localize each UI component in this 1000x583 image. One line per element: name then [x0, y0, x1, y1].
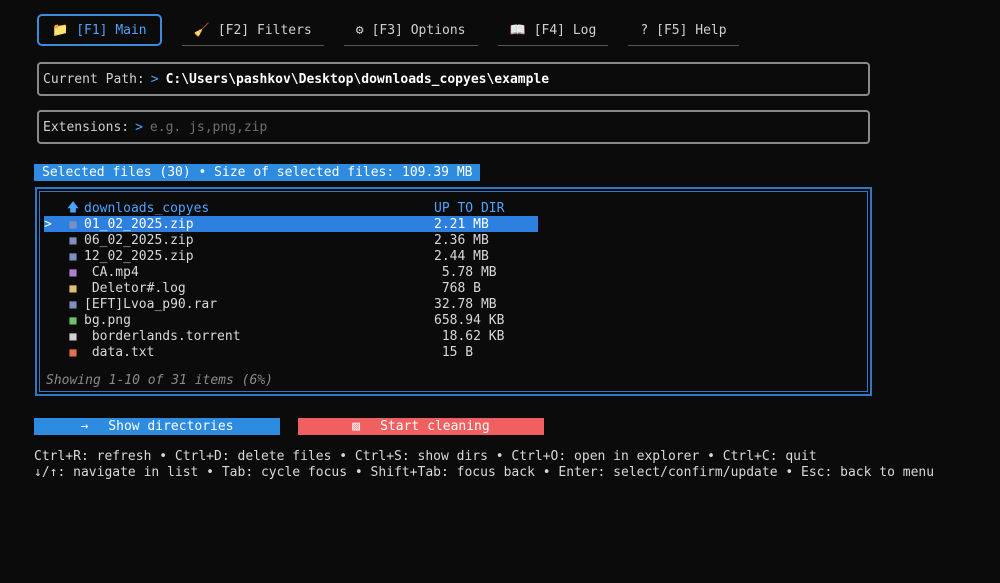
tab-log[interactable]: 📖 [F4] Log [497, 14, 609, 46]
prompt-arrow-icon: > [150, 71, 159, 87]
file-row[interactable]: ■ bg.png 658.94 KB [44, 312, 516, 328]
tab-options[interactable]: ⚙ [F3] Options [343, 14, 478, 46]
showing-items-status: Showing 1-10 of 31 items (6%) [46, 373, 273, 388]
video-icon: ■ [69, 265, 77, 279]
file-row[interactable]: ■ data.txt 15 B [44, 344, 516, 360]
file-size: 768 B [434, 280, 481, 296]
file-name: data.txt [84, 344, 155, 360]
extensions-field[interactable]: Extensions: > [37, 110, 870, 144]
shortcut-help-line-2: ↓/↑: navigate in list • Tab: cycle focus… [34, 465, 935, 480]
tab-label: [F3] Options [371, 22, 466, 38]
folder-icon: 📁 [52, 22, 69, 38]
broom-icon: 🧹 [193, 22, 210, 38]
file-size: 32.78 MB [434, 296, 497, 312]
tab-filters[interactable]: 🧹 [F2] Filters [181, 14, 324, 46]
file-size: UP TO DIR [434, 200, 505, 216]
show-directories-label: Show directories [108, 419, 234, 434]
tab-label: [F2] Filters [217, 22, 312, 38]
shortcut-help-line-1: Ctrl+R: refresh • Ctrl+D: delete files •… [34, 449, 817, 464]
gear-icon: ⚙ [355, 22, 364, 38]
log-file-icon: ■ [69, 281, 77, 295]
extensions-input[interactable] [149, 119, 750, 135]
tab-help[interactable]: ? [F5] Help [628, 14, 739, 46]
file-list[interactable]: 🡅 downloads_copyes UP TO DIR > ■ 01_02_2025.z… [35, 187, 872, 396]
show-directories-button[interactable]: → Show directories [34, 418, 280, 435]
selection-info-bar: Selected files (30) • Size of selected f… [34, 164, 481, 181]
tab-main[interactable]: 📁 [F1] Main [37, 14, 162, 46]
file-name: downloads_copyes [84, 200, 210, 216]
prompt-arrow-icon: > [135, 119, 143, 135]
file-row[interactable]: ■ CA.mp4 5.78 MB [44, 264, 516, 280]
row-cursor: > [44, 216, 52, 232]
file-row[interactable]: ■ 06_02_2025.zip 2.36 MB [44, 232, 516, 248]
file-icon: ■ [69, 329, 77, 343]
file-size: 18.62 KB [434, 328, 505, 344]
current-path-field[interactable]: Current Path: > C:\Users\pashkov\Desktop… [37, 62, 870, 96]
book-icon: 📖 [509, 22, 526, 38]
file-name: 12_02_2025.zip [84, 248, 194, 264]
trash-icon: ▨ [352, 419, 361, 434]
file-name: CA.mp4 [84, 264, 139, 280]
file-row[interactable]: ■ 12_02_2025.zip 2.44 MB [44, 248, 516, 264]
archive-icon: ■ [69, 297, 77, 311]
question-icon: ? [640, 22, 649, 38]
tab-label: [F1] Main [76, 22, 147, 38]
file-size: 658.94 KB [434, 312, 505, 328]
file-row[interactable]: ■ Deletor#.log 768 B [44, 280, 516, 296]
extensions-label: Extensions: [43, 119, 130, 135]
tab-bar: 📁 [F1] Main 🧹 [F2] Filters ⚙ [F3] Option… [37, 14, 759, 46]
current-path-value[interactable]: C:\Users\pashkov\Desktop\downloads_copye… [166, 72, 550, 87]
image-icon: ■ [69, 313, 77, 327]
file-name: 06_02_2025.zip [84, 232, 194, 248]
file-size: 2.36 MB [434, 232, 489, 248]
file-name: [EFT]Lvoa_p90.rar [84, 296, 218, 312]
file-size: 2.21 MB [434, 216, 489, 232]
parent-dir-row[interactable]: 🡅 downloads_copyes UP TO DIR [44, 200, 516, 216]
file-size: 2.44 MB [434, 248, 489, 264]
archive-icon: ■ [69, 249, 77, 263]
file-row[interactable]: ■ borderlands.torrent 18.62 KB [44, 328, 516, 344]
file-name: bg.png [84, 312, 131, 328]
start-cleaning-label: Start cleaning [380, 419, 490, 434]
archive-icon: ■ [69, 233, 77, 247]
file-row[interactable]: ■ [EFT]Lvoa_p90.rar 32.78 MB [44, 296, 516, 312]
file-name: borderlands.torrent [84, 328, 241, 344]
file-row[interactable]: > ■ 01_02_2025.zip 2.21 MB [44, 216, 538, 232]
file-name: Deletor#.log [84, 280, 186, 296]
tab-label: [F5] Help [656, 22, 727, 38]
archive-icon: ■ [69, 217, 77, 231]
file-name: 01_02_2025.zip [84, 216, 194, 232]
file-list-frame: 🡅 downloads_copyes UP TO DIR > ■ 01_02_2025.z… [39, 191, 868, 392]
arrow-right-icon: → [80, 419, 89, 434]
start-cleaning-button[interactable]: ▨ Start cleaning [298, 418, 544, 435]
current-path-label: Current Path: [43, 71, 145, 87]
text-file-icon: ■ [69, 345, 77, 359]
tab-label: [F4] Log [533, 22, 597, 38]
file-size: 5.78 MB [434, 264, 497, 280]
file-size: 15 B [434, 344, 474, 360]
